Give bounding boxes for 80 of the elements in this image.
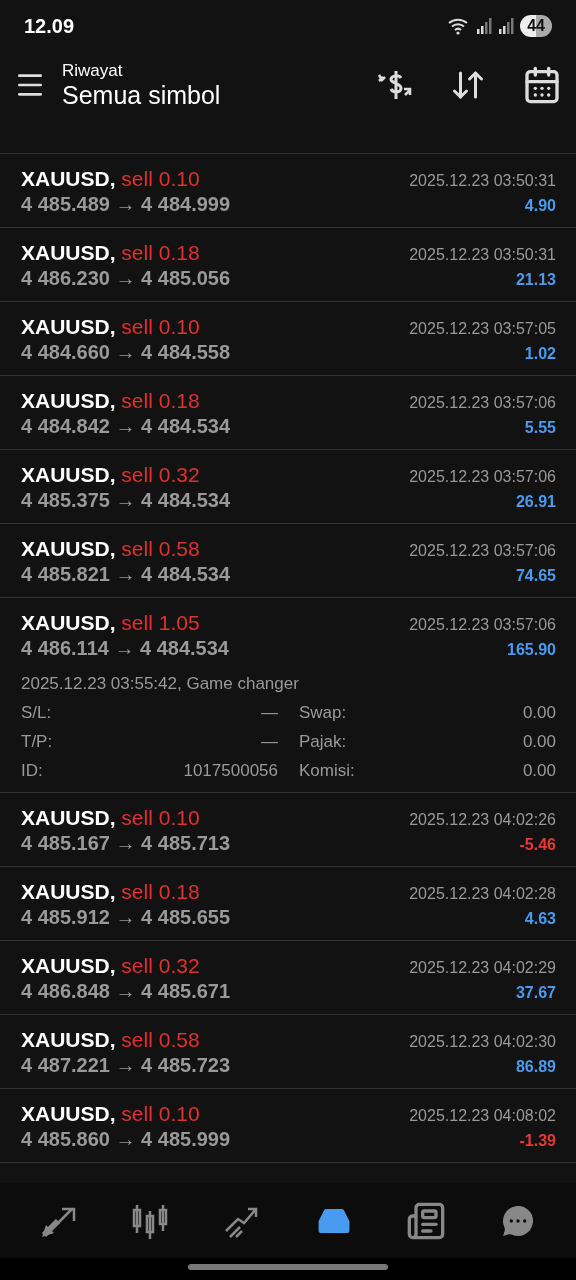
screen-title: Semua simbol	[62, 80, 222, 110]
signal-icon	[476, 18, 493, 34]
battery-indicator: 44	[520, 15, 552, 37]
trade-symbol: XAUUSD, sell 0.10	[21, 315, 200, 339]
trade-time: 2025.12.23 03:57:06	[409, 542, 556, 560]
trade-symbol: XAUUSD, sell 0.10	[21, 1102, 200, 1126]
trade-time: 2025.12.23 04:02:29	[409, 959, 556, 977]
trade-row[interactable]: XAUUSD, sell 0.32 2025.12.23 03:57:06 4 485.375 → 4 484.534 26.91	[0, 450, 576, 524]
trade-profit: 4.63	[524, 910, 556, 928]
trade-symbol: XAUUSD, sell 0.10	[21, 167, 200, 191]
trade-row[interactable]: XAUUSD, sell 1.05 2025.12.23 03:57:06 4 486.114 → 4 484.534 165.90 2025.12.23 03:55:42, Game changer S/L: — Swap: 0.00 T/P: — Pajak: 0.00 ID: 1017500056 Komisi: 0.00	[0, 598, 576, 793]
trade-row[interactable]: XAUUSD, sell 0.18 2025.12.23 03:57:06 4 484.842 → 4 484.534 5.55	[0, 376, 576, 450]
trade-prices: 4 486.114 → 4 484.534	[21, 637, 229, 660]
detail-label: Komisi:	[299, 761, 355, 781]
trade-time: 2025.12.23 03:57:06	[409, 468, 556, 486]
trade-time: 2025.12.23 03:50:31	[409, 246, 556, 264]
trade-symbol: XAUUSD, sell 0.32	[21, 463, 200, 487]
trade-prices: 4 485.821 → 4 484.534	[21, 563, 231, 586]
open-time-comment: 2025.12.23 03:55:42, Game changer	[21, 674, 300, 694]
trade-symbol: XAUUSD, sell 0.18	[21, 389, 200, 413]
trade-row[interactable]: XAUUSD, sell 0.58 2025.12.23 03:57:06 4 485.821 → 4 484.534 74.65	[0, 524, 576, 598]
trade-symbol: XAUUSD, sell 0.10	[21, 806, 200, 830]
clock: 12.09	[24, 14, 75, 38]
trade-profit: 4.90	[524, 197, 556, 215]
detail-value: 1017500056	[183, 761, 278, 781]
trade-row[interactable]: XAUUSD, sell 0.10 2025.12.23 03:50:31 4 485.489 → 4 484.999 4.90	[0, 154, 576, 228]
trade-profit: 74.65	[515, 567, 556, 585]
trade-prices: 4 485.167 → 4 485.713	[21, 832, 231, 855]
trade-profit: 26.91	[515, 493, 556, 511]
signal-icon	[498, 18, 515, 34]
detail-label: T/P:	[21, 732, 53, 752]
detail-value: —	[261, 732, 278, 752]
trade-prices: 4 484.660 → 4 484.558	[21, 341, 231, 364]
trade-prices: 4 485.912 → 4 485.655	[21, 906, 231, 929]
trade-time: 2025.12.23 04:02:26	[409, 811, 556, 829]
calendar-button[interactable]	[522, 65, 562, 105]
trade-row[interactable]: XAUUSD, sell 0.10 2025.12.23 03:57:05 4 484.660 → 4 484.558 1.02	[0, 302, 576, 376]
trade-prices: 4 484.842 → 4 484.534	[21, 415, 231, 438]
trade-row[interactable]: XAUUSD, sell 0.18 2025.12.23 04:02:28 4 485.912 → 4 485.655 4.63	[0, 867, 576, 941]
trade-symbol: XAUUSD, sell 0.58	[21, 537, 200, 561]
trade-time: 2025.12.23 04:08:02	[409, 1107, 556, 1125]
trade-profit: 5.55	[524, 419, 556, 437]
detail-label: Swap:	[299, 703, 347, 723]
trade-time: 2025.12.23 03:57:06	[409, 616, 556, 634]
trade-row[interactable]: XAUUSD, sell 0.10 2025.12.23 04:08:02 4 485.860 → 4 485.999 -1.39	[0, 1089, 576, 1163]
trade-profit: 165.90	[507, 641, 556, 659]
trade-time: 2025.12.23 03:50:31	[409, 172, 556, 190]
detail-value: 0.00	[522, 703, 556, 723]
trade-row[interactable]: XAUUSD, sell 0.32 2025.12.23 04:02:29 4 486.848 → 4 485.671 37.67	[0, 941, 576, 1015]
trade-profit: 21.13	[515, 271, 556, 289]
trade-row[interactable]: XAUUSD, sell 0.18 2025.12.23 03:50:31 4 486.230 → 4 485.056 21.13	[0, 228, 576, 302]
detail-value: —	[261, 703, 278, 723]
trade-symbol: XAUUSD, sell 1.05	[21, 611, 200, 635]
trade-prices: 4 485.860 → 4 485.999	[21, 1128, 231, 1151]
detail-value: 0.00	[522, 732, 556, 752]
detail-value: 0.00	[522, 761, 556, 781]
trade-symbol: XAUUSD, sell 0.32	[21, 954, 200, 978]
trade-time: 2025.12.23 03:57:05	[409, 320, 556, 338]
screen-subtitle: Riwayat	[62, 60, 124, 81]
trade-row[interactable]: XAUUSD, sell 0.58 2025.12.23 04:02:30 4 487.221 → 4 485.723 86.89	[0, 1015, 576, 1089]
detail-label: S/L:	[21, 703, 52, 723]
trade-prices: 4 486.230 → 4 485.056	[21, 267, 231, 290]
trade-time: 2025.12.23 03:57:06	[409, 394, 556, 412]
trade-profit: -5.46	[519, 836, 556, 854]
trade-symbol: XAUUSD, sell 0.18	[21, 880, 200, 904]
trade-profit: -1.39	[519, 1132, 556, 1150]
trade-time: 2025.12.23 04:02:28	[409, 885, 556, 903]
detail-label: Pajak:	[299, 732, 347, 752]
trade-row[interactable]: XAUUSD, sell 0.10 2025.12.23 04:02:26 4 485.167 → 4 485.713 -5.46	[0, 793, 576, 867]
trade-prices: 4 485.375 → 4 484.534	[21, 489, 231, 512]
trade-prices: 4 487.221 → 4 485.723	[21, 1054, 231, 1077]
trade-prices: 4 485.489 → 4 484.999	[21, 193, 231, 216]
trade-profit: 1.02	[524, 345, 556, 363]
detail-label: ID:	[21, 761, 43, 781]
trade-profit: 37.67	[515, 984, 556, 1002]
trade-symbol: XAUUSD, sell 0.58	[21, 1028, 200, 1052]
trade-time: 2025.12.23 04:02:30	[409, 1033, 556, 1051]
trade-symbol: XAUUSD, sell 0.18	[21, 241, 200, 265]
trade-profit: 86.89	[515, 1058, 556, 1076]
trade-prices: 4 486.848 → 4 485.671	[21, 980, 231, 1003]
